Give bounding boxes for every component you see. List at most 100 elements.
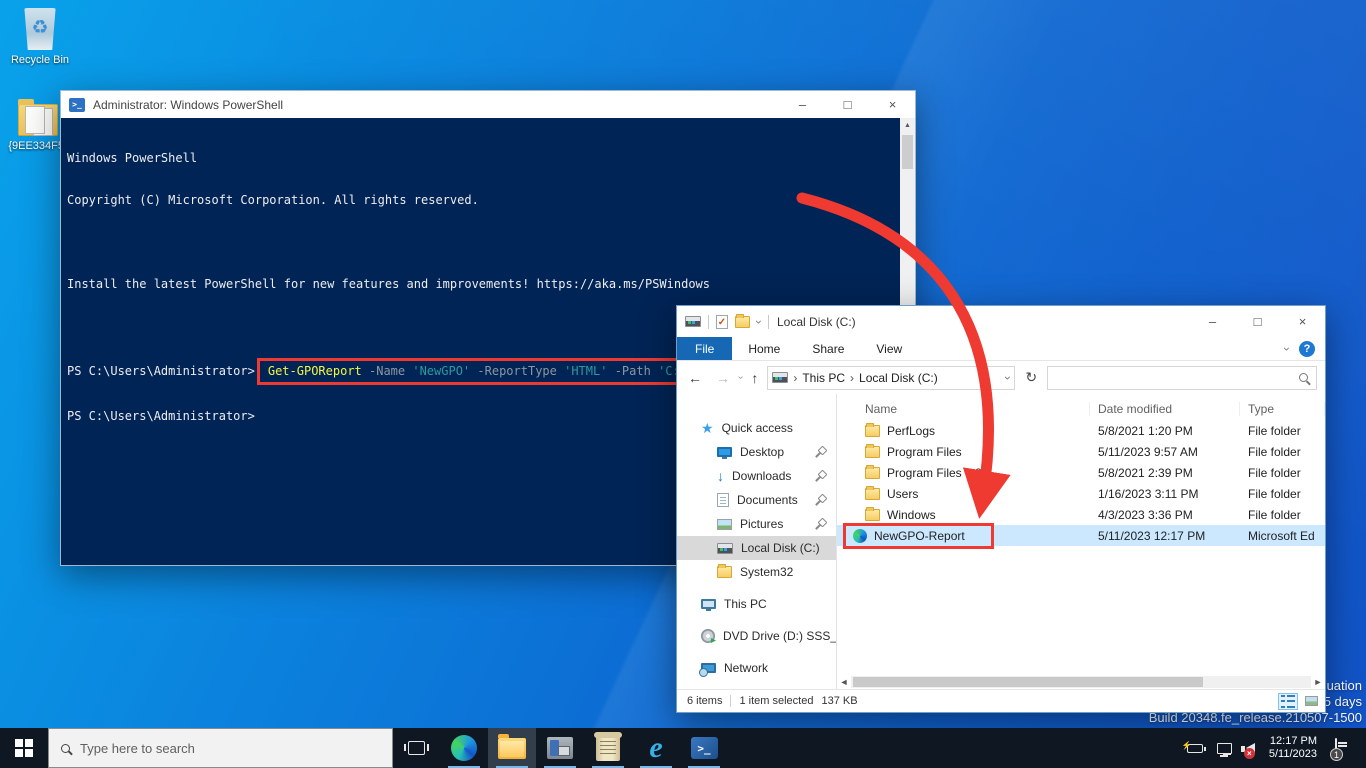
column-header-name[interactable]: Name — [837, 402, 1090, 416]
taskbar-clock[interactable]: 12:17 PM 5/11/2023 — [1269, 735, 1317, 761]
start-button[interactable] — [0, 728, 48, 768]
search-icon — [61, 744, 70, 753]
explorer-titlebar[interactable]: ✓ › Local Disk (C:) – □ × — [677, 306, 1325, 337]
recent-locations-icon[interactable]: › — [735, 376, 746, 379]
scroll-right-icon[interactable]: ► — [1311, 677, 1325, 687]
pictures-icon — [717, 519, 732, 530]
details-view-button[interactable] — [1278, 693, 1298, 710]
taskbar-search-input[interactable]: Type here to search — [48, 728, 393, 768]
file-list-pane: Name Date modified Type PerfLogs 5/8/202… — [837, 394, 1325, 689]
param-name: -Name — [369, 364, 405, 378]
address-dropdown-icon[interactable]: › — [1001, 376, 1015, 380]
minimize-button[interactable]: – — [1190, 306, 1235, 337]
clock-date: 5/11/2023 — [1269, 748, 1317, 761]
table-row-selected[interactable]: NewGPO-Report 5/11/2023 12:17 PM Microso… — [837, 525, 1325, 546]
table-row[interactable]: Program Files (x86) 5/8/2021 2:39 PM Fil… — [837, 462, 1325, 483]
volume-muted-icon[interactable]: × — [1246, 743, 1255, 753]
sidebar-item-downloads[interactable]: ↓ Downloads — [677, 464, 836, 488]
param-reporttype: -ReportType — [477, 364, 556, 378]
scrollbar-thumb[interactable] — [853, 677, 1203, 687]
horizontal-scrollbar[interactable]: ◄ ► — [837, 675, 1325, 689]
recycle-bin-icon — [23, 8, 57, 50]
breadcrumb-local-disk[interactable]: Local Disk (C:) — [859, 371, 938, 385]
task-view-button[interactable] — [393, 728, 440, 768]
maximize-button[interactable]: □ — [1235, 306, 1280, 337]
downloads-icon: ↓ — [717, 469, 724, 483]
minimize-button[interactable]: – — [780, 91, 825, 118]
tab-view[interactable]: View — [860, 337, 918, 360]
selection-size: 137 KB — [821, 695, 857, 707]
table-row[interactable]: Program Files 5/11/2023 9:57 AM File fol… — [837, 441, 1325, 462]
drive-icon — [772, 372, 788, 383]
highlight-box-file: NewGPO-Report — [843, 523, 994, 549]
pin-icon — [815, 471, 826, 482]
sidebar-item-network[interactable]: Network — [677, 656, 836, 680]
qat-customize-icon[interactable]: › — [752, 320, 766, 324]
powershell-titlebar[interactable]: >_ Administrator: Windows PowerShell – □… — [61, 91, 915, 118]
tab-home[interactable]: Home — [732, 337, 796, 360]
taskbar-app-group-policy[interactable] — [584, 728, 632, 768]
task-view-icon — [408, 741, 425, 755]
column-header-type[interactable]: Type — [1240, 402, 1325, 416]
sidebar-item-desktop[interactable]: Desktop — [677, 440, 836, 464]
network-icon[interactable] — [1217, 743, 1232, 754]
selection-count: 1 item selected — [739, 695, 813, 707]
expand-ribbon-icon[interactable]: › — [1280, 347, 1294, 351]
taskbar-app-internet-explorer[interactable]: e — [632, 728, 680, 768]
cmdlet: Get-GPOReport — [268, 364, 362, 378]
sidebar-item-documents[interactable]: Documents — [677, 488, 836, 512]
drive-icon — [685, 316, 701, 327]
taskbar-app-edge[interactable] — [440, 728, 488, 768]
quick-access-icon: ★ — [701, 421, 714, 435]
close-button[interactable]: × — [870, 91, 915, 118]
desktop-icon — [717, 447, 732, 457]
new-folder-icon[interactable] — [735, 316, 750, 328]
search-input[interactable] — [1047, 366, 1317, 390]
tab-share[interactable]: Share — [796, 337, 860, 360]
forward-icon[interactable]: → — [711, 370, 735, 386]
sidebar-item-pictures[interactable]: Pictures — [677, 512, 836, 536]
sidebar-item-quick-access[interactable]: ★ Quick access — [677, 416, 836, 440]
address-box[interactable]: › This PC › Local Disk (C:) › — [767, 366, 1015, 390]
sidebar-item-this-pc[interactable]: This PC — [677, 592, 836, 616]
table-row[interactable]: Users 1/16/2023 3:11 PM File folder — [837, 483, 1325, 504]
properties-icon[interactable]: ✓ — [716, 315, 728, 329]
explorer-window: ✓ › Local Disk (C:) – □ × File Home Shar… — [676, 305, 1326, 713]
breadcrumb-this-pc[interactable]: This PC — [802, 371, 845, 385]
action-center-button[interactable]: 1 — [1335, 739, 1337, 757]
console-line: Install the latest PowerShell for new fe… — [67, 277, 915, 291]
back-icon[interactable]: ← — [683, 370, 707, 386]
table-row[interactable]: PerfLogs 5/8/2021 1:20 PM File folder — [837, 420, 1325, 441]
sidebar-item-system32[interactable]: System32 — [677, 560, 836, 584]
powershell-icon: >_ — [691, 737, 718, 759]
windows-logo-icon — [15, 739, 33, 757]
search-icon — [1299, 373, 1308, 382]
scroll-up-icon[interactable]: ▲ — [900, 118, 915, 133]
clock-time: 12:17 PM — [1269, 735, 1317, 748]
tab-file[interactable]: File — [677, 337, 732, 360]
prompt: PS C:\Users\Administrator> — [67, 364, 255, 378]
desktop-icon-recycle-bin[interactable]: Recycle Bin — [2, 8, 78, 66]
battery-icon[interactable] — [1187, 744, 1203, 753]
refresh-icon[interactable]: ↻ — [1019, 369, 1043, 386]
thumbnail-view-button[interactable] — [1301, 693, 1321, 710]
maximize-button[interactable]: □ — [825, 91, 870, 118]
recycle-bin-label: Recycle Bin — [11, 54, 69, 66]
scroll-left-icon[interactable]: ◄ — [837, 677, 851, 687]
notification-badge: 1 — [1330, 748, 1343, 761]
sidebar-item-local-disk[interactable]: Local Disk (C:) — [677, 536, 836, 560]
sidebar-item-dvd-drive[interactable]: DVD Drive (D:) SSS_X6 — [677, 624, 836, 648]
taskbar-app-powershell[interactable]: >_ — [680, 728, 728, 768]
help-icon[interactable]: ? — [1299, 341, 1315, 357]
value-reporttype: 'HTML' — [564, 364, 607, 378]
column-header-date[interactable]: Date modified — [1090, 402, 1240, 416]
close-button[interactable]: × — [1280, 306, 1325, 337]
up-icon[interactable]: ↑ — [746, 370, 763, 386]
prompt: PS C:\Users\Administrator> — [67, 409, 255, 423]
column-headers: Name Date modified Type — [837, 394, 1325, 420]
network-icon — [701, 663, 716, 673]
documents-icon — [717, 493, 729, 507]
taskbar-app-server-manager[interactable] — [536, 728, 584, 768]
taskbar-app-file-explorer[interactable] — [488, 728, 536, 768]
scrollbar-thumb[interactable] — [902, 135, 913, 169]
